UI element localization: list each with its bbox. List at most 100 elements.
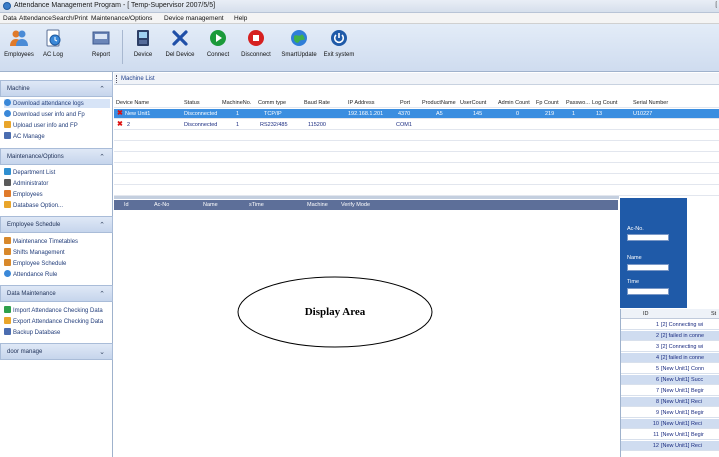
table-row[interactable]: ✖ New Unit1 Disconnected 1 TCP/IP 192.16… xyxy=(114,109,719,119)
nav-shifts-management[interactable]: Shifts Management xyxy=(4,248,65,257)
nav-backup-database[interactable]: Backup Database xyxy=(4,328,60,337)
exit-system-button[interactable]: Exit system xyxy=(323,26,355,68)
ac-log-button[interactable]: AC Log xyxy=(38,26,68,68)
menu-data[interactable]: Data xyxy=(3,15,17,22)
table-cell: 4370 xyxy=(398,111,411,117)
ac-manage-icon xyxy=(4,132,11,139)
menu-bar: Data Attendance Search/Print Maintenance… xyxy=(0,13,719,24)
log-row[interactable]: 2 [2] failed in conne xyxy=(621,331,719,341)
chevron-up-icon[interactable]: ⌃ xyxy=(99,290,105,298)
column-header[interactable]: Status xyxy=(184,100,200,106)
chevron-up-icon[interactable]: ⌃ xyxy=(99,85,105,93)
nav-employees[interactable]: Employees xyxy=(4,190,43,199)
menu-help[interactable]: Help xyxy=(234,15,247,22)
table-cell: RS232/485 xyxy=(260,122,288,128)
nav-import-attendance-data[interactable]: Import Attendance Checking Data xyxy=(4,306,103,315)
menu-attendance[interactable]: Attendance xyxy=(19,15,52,22)
chevron-up-icon[interactable]: ⌃ xyxy=(99,221,105,229)
nav-download-user-info[interactable]: Download user info and Fp xyxy=(4,110,85,119)
log-row[interactable]: 11 [New Unit1] Begir xyxy=(621,430,719,440)
log-header-row: ID St xyxy=(621,309,719,319)
column-header[interactable]: Verify Mode xyxy=(341,202,370,208)
nav-maintenance-timetables[interactable]: Maintenance Timetables xyxy=(4,237,78,246)
column-header[interactable]: Fp Count xyxy=(536,100,559,106)
section-header-employee-schedule[interactable]: Employee Schedule ⌃ xyxy=(0,216,113,233)
table-cell: 2 xyxy=(127,122,131,128)
log-row[interactable]: 10 [New Unit1] Reci xyxy=(621,419,719,429)
column-header[interactable]: Baud Rate xyxy=(304,100,330,106)
log-row[interactable]: 8 [New Unit1] Reci xyxy=(621,397,719,407)
nav-administrator[interactable]: Administrator xyxy=(4,179,48,188)
column-header[interactable]: Admin Count xyxy=(498,100,530,106)
column-header[interactable]: Port xyxy=(400,100,410,106)
section-header-data-maintenance[interactable]: Data Maintenance ⌃ xyxy=(0,285,113,302)
column-header[interactable]: Serial Number xyxy=(633,100,668,106)
table-cell: 13 xyxy=(596,111,603,117)
nav-ac-manage[interactable]: AC Manage xyxy=(4,132,45,141)
toolbar-label: Del Device xyxy=(165,52,195,58)
column-header[interactable]: MachineNo. xyxy=(222,100,251,106)
chevron-down-icon[interactable]: ⌄ xyxy=(99,348,105,356)
column-header[interactable]: Name xyxy=(203,202,218,208)
nav-export-attendance-data[interactable]: Export Attendance Checking Data xyxy=(4,317,103,326)
machine-list-header: Machine List xyxy=(114,73,719,85)
menu-device-management[interactable]: Device management xyxy=(164,15,224,22)
log-row[interactable]: 7 [New Unit1] Begir xyxy=(621,386,719,396)
column-header[interactable]: IP Address xyxy=(348,100,375,106)
log-row[interactable]: 9 [New Unit1] Begir xyxy=(621,408,719,418)
section-title: Data Maintenance xyxy=(7,291,56,297)
menu-search-print[interactable]: Search/Print xyxy=(52,15,88,22)
log-row[interactable]: 6 [New Unit1] Succ xyxy=(621,375,719,385)
table-row[interactable]: ✖ 2 Disconnected 1 RS232/485 115200 COM1 xyxy=(114,120,719,130)
column-header[interactable]: Machine xyxy=(307,202,328,208)
section-title: Maintenance/Options xyxy=(7,154,64,160)
table-row-empty xyxy=(114,131,719,141)
nav-upload-user-info[interactable]: Upload user info and FP xyxy=(4,121,78,130)
log-row[interactable]: 3 [2] Connecting wi xyxy=(621,342,719,352)
nav-download-attendance-logs[interactable]: Download attendance logs xyxy=(4,99,110,108)
nav-employee-schedule[interactable]: Employee Schedule xyxy=(4,259,66,268)
name-field[interactable] xyxy=(627,264,669,271)
column-header[interactable]: Comm type xyxy=(258,100,286,106)
table-cell: 192.168.1.201 xyxy=(348,111,384,117)
nav-attendance-rule[interactable]: Attendance Rule xyxy=(4,270,57,279)
column-header[interactable]: Ac-No xyxy=(154,202,169,208)
log-row[interactable]: 5 [New Unit1] Conn xyxy=(621,364,719,374)
device-button[interactable]: Device xyxy=(128,26,158,68)
log-row[interactable]: 1 [2] Connecting wi xyxy=(621,320,719,330)
log-row[interactable]: 12 [New Unit1] Reci xyxy=(621,441,719,451)
section-title: Employee Schedule xyxy=(7,222,61,228)
nav-department-list[interactable]: Department List xyxy=(4,168,55,177)
toolbar-separator xyxy=(122,30,123,64)
column-header[interactable]: St xyxy=(711,311,716,317)
section-header-maintenance[interactable]: Maintenance/Options ⌃ xyxy=(0,148,113,165)
column-header[interactable]: Log Count xyxy=(592,100,617,106)
column-header[interactable]: Passwo... xyxy=(566,100,590,106)
chevron-up-icon[interactable]: ⌃ xyxy=(99,153,105,161)
column-header[interactable]: Device Name xyxy=(116,100,149,106)
time-label: Time xyxy=(627,279,640,285)
section-header-machine[interactable]: Machine ⌃ xyxy=(0,80,113,97)
nav-database-option[interactable]: Database Option... xyxy=(4,201,63,210)
employees-button[interactable]: Employees xyxy=(4,26,34,68)
ac-no-field[interactable] xyxy=(627,234,669,241)
download-icon xyxy=(4,99,11,106)
column-header[interactable]: Id xyxy=(124,202,129,208)
time-field[interactable] xyxy=(627,288,669,295)
del-device-button[interactable]: Del Device xyxy=(162,26,198,68)
pane-splitter[interactable] xyxy=(114,196,619,199)
section-header-door-manage[interactable]: door manage ⌄ xyxy=(0,343,113,360)
connect-button[interactable]: Connect xyxy=(203,26,233,68)
report-button[interactable]: Report xyxy=(86,26,116,68)
column-header[interactable]: ID xyxy=(643,311,649,317)
column-header[interactable]: UserCount xyxy=(460,100,486,106)
disconnect-button[interactable]: Disconnect xyxy=(238,26,274,68)
smartupdate-button[interactable]: SmartUpdate xyxy=(280,26,318,68)
column-header[interactable]: sTime xyxy=(249,202,264,208)
menu-maintenance-options[interactable]: Maintenance/Options xyxy=(91,15,152,22)
backup-icon xyxy=(4,328,11,335)
section-title: Machine xyxy=(7,86,30,92)
column-header[interactable]: ProductName xyxy=(422,100,456,106)
log-row[interactable]: 4 [2] failed in conne xyxy=(621,353,719,363)
record-detail-panel: Ac-No. Name Time xyxy=(620,198,687,308)
